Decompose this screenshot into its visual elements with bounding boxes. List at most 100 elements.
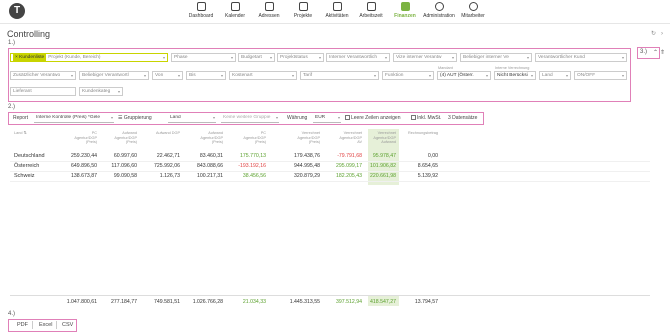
projektstatus-filter[interactable]: Projektstatus ▾ [277, 53, 324, 62]
collapse-icons: ⌃ ⇑ [653, 49, 665, 56]
section-4-label: 4.) [8, 311, 16, 317]
table-cell: 83.460,31 [199, 153, 223, 159]
nav-projekte[interactable]: Projekte [288, 2, 318, 19]
export-excel-button[interactable]: Excel [39, 322, 52, 328]
column-header[interactable]: PC Agentur/DGP (Preis) [61, 131, 97, 145]
table-cell: 725.992,06 [154, 163, 180, 169]
waehrung-select[interactable]: EUR ▾ [313, 115, 341, 123]
chevron-up-icon[interactable]: ⌃ [653, 50, 658, 56]
nav-finanzen[interactable]: Finanzen [390, 2, 420, 19]
column-header-line: (Preis) [308, 140, 320, 144]
verantwortlicher-kunde-filter[interactable]: Verantwortlicher Kund ▾ [535, 53, 627, 62]
export-pdf-button[interactable]: PDF [17, 322, 28, 328]
page-actions: ↻ › [646, 30, 663, 37]
table-cell: 182.205,43 [336, 173, 362, 179]
chevron-down-icon: ▾ [318, 55, 321, 60]
chevron-down-icon: ▾ [530, 73, 533, 78]
chevron-down-icon: ▾ [117, 89, 120, 94]
column-header-line: Rechnungsbetrag [408, 131, 438, 135]
refresh-icon[interactable]: ↻ [651, 31, 656, 37]
column-header[interactable]: Verrechnet Agentur/DGP AV [326, 131, 362, 145]
nav-adressen[interactable]: Adressen [254, 2, 284, 19]
gruppierung-select[interactable]: Land ▾ [168, 115, 216, 123]
total-cell: 1.026.766,28 [192, 299, 223, 305]
report-select[interactable]: Interne Kontrolle (Preis) *Gele ▾ [34, 115, 114, 123]
vize-interner-filter[interactable]: Vize interner Verantw ▾ [393, 53, 457, 62]
column-header[interactable]: Aufwand Agentur/DGP (Preis) [187, 131, 223, 145]
address-icon [264, 2, 274, 11]
funktion-filter[interactable]: Funktion ▾ [382, 71, 434, 80]
double-chevron-up-icon[interactable]: ⇑ [660, 50, 665, 56]
interner-verantwortlicher-filter[interactable]: Interner Verantwortlich ▾ [326, 53, 390, 62]
nav-administration[interactable]: Administration [423, 2, 455, 19]
chevron-down-icon: ▾ [212, 114, 215, 120]
top-navigation: T Dashboard Kalender Adressen Projekte A… [0, 0, 670, 24]
column-header[interactable]: Aufwand DGP [144, 131, 180, 136]
chevron-down-icon: ▾ [337, 114, 340, 120]
column-header-line: (Preis) [125, 140, 137, 144]
column-header[interactable]: Rechnungsbetrag [402, 131, 438, 136]
export-csv-button[interactable]: CSV [62, 322, 73, 328]
column-header-land[interactable]: Land ⇅ [14, 131, 27, 136]
land-filter[interactable]: Land ▾ [539, 71, 571, 80]
chevron-down-icon: ▾ [373, 73, 376, 78]
table-cell: 99.090,58 [113, 173, 137, 179]
beliebiger-verantwortlicher-filter[interactable]: Beliebiger Verantwortl ▾ [79, 71, 149, 80]
nav-mitarbeiter[interactable]: Mitarbeiter [458, 2, 488, 19]
lieferant-filter[interactable]: Lieferant [10, 87, 76, 96]
table-row-label: Österreich [14, 163, 40, 169]
column-header[interactable]: Verrechnet Agentur/DGP (Preis) [284, 131, 320, 145]
table-cell: 101.906,82 [370, 163, 396, 169]
kundenliste-chip[interactable]: × Kundenliste [13, 54, 47, 61]
chevron-down-icon: ▾ [384, 55, 387, 60]
column-header[interactable]: Verrechnet Agentur/DGP Aufwand [360, 131, 396, 145]
von-field[interactable]: Von ▾ [152, 71, 183, 80]
onoff-filter[interactable]: ON/OFF ▾ [574, 71, 627, 80]
page-title: Controlling [7, 29, 51, 39]
table-row-label: Deutschland [14, 153, 45, 159]
mandant-select[interactable]: (4) AUT (Österr. ▾ [437, 71, 491, 80]
chevron-down-icon: ▾ [177, 73, 180, 78]
beliebiger-interner-filter[interactable]: Beliebiger interner Ve ▾ [460, 53, 532, 62]
chevron-down-icon: ▾ [485, 73, 488, 78]
chevron-down-icon: ▾ [565, 73, 568, 78]
table-cell: 138.673,87 [71, 173, 97, 179]
row-divider [10, 171, 650, 172]
second-grouping-select[interactable]: Keine weitere Gruppie ▾ [221, 115, 279, 123]
column-header[interactable]: PC Agentur/DGP (Preis) [230, 131, 266, 145]
phase-filter[interactable]: Phase ▾ [171, 53, 236, 62]
nav-dashboard[interactable]: Dashboard [186, 2, 216, 19]
finance-icon [400, 2, 410, 11]
activities-icon [332, 2, 342, 11]
leere-zeilen-toggle[interactable]: Leere Zeilen anzeigen [345, 115, 400, 121]
record-count: 3 Datensätze [448, 115, 478, 121]
budgetart-filter[interactable]: Budgetart ▾ [238, 53, 275, 62]
totals-divider [10, 295, 650, 296]
column-header-line: AV [357, 140, 362, 144]
column-header[interactable]: Aufwand Agentur/DGP (Preis) [101, 131, 137, 145]
chevron-down-icon: ▾ [220, 73, 223, 78]
chevron-down-icon: ▾ [143, 73, 146, 78]
nav-kalender[interactable]: Kalender [220, 2, 250, 19]
nav-aktivitaeten[interactable]: Aktivitäten [322, 2, 352, 19]
app-logo[interactable]: T [9, 3, 25, 19]
tarif-filter[interactable]: Tarif ▾ [300, 71, 379, 80]
chevron-down-icon: ▾ [275, 114, 278, 120]
leere-zeilen-checkbox[interactable] [345, 115, 350, 121]
nav-arbeitszeit[interactable]: Arbeitszeit [356, 2, 386, 19]
worktime-icon [366, 2, 376, 11]
total-cell: 418.547,27 [370, 299, 396, 305]
table-cell: 22.462,71 [156, 153, 180, 159]
interne-verrechnung-select[interactable]: Nicht Berücksi ▾ [494, 71, 536, 80]
kundenkategorie-filter[interactable]: Kundenkateg ▾ [79, 87, 123, 96]
chevron-down-icon: ▾ [230, 55, 233, 60]
inkl-mwst-toggle[interactable]: Inkl. MwSt. [411, 115, 441, 121]
project-filter[interactable]: × Kundenliste Projekt (Kunde, Bereich) ▾ [10, 53, 168, 62]
kostenart-filter[interactable]: Kostenart ▾ [229, 71, 297, 80]
forward-icon[interactable]: › [661, 31, 663, 37]
zusaetzlicher-verantwortlicher-filter[interactable]: Zusätzlicher Verantwo ▾ [10, 71, 76, 80]
chevron-down-icon: ▾ [621, 55, 624, 60]
bis-field[interactable]: Bis ▾ [186, 71, 226, 80]
row-divider [10, 181, 650, 182]
inkl-mwst-checkbox[interactable] [411, 115, 416, 121]
